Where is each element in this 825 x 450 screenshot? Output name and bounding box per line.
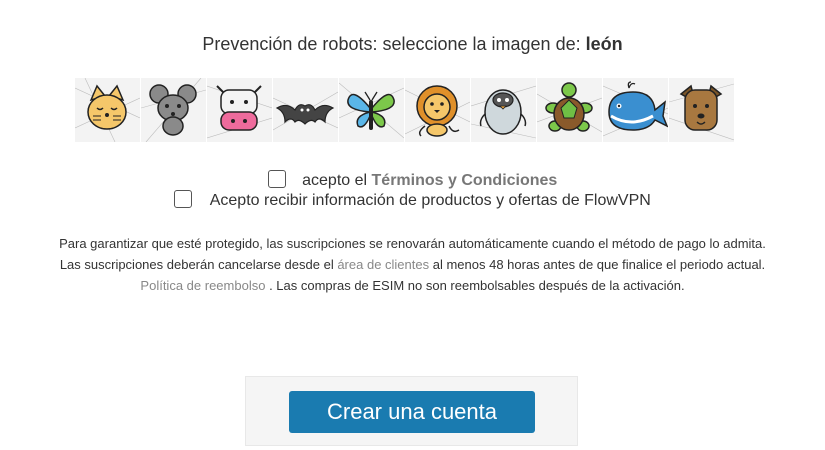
create-account-button[interactable]: Crear una cuenta [289,391,535,433]
marketing-row: Acepto recibir información de productos … [0,190,825,210]
notice-line-2: Las suscripciones deberán cancelarse des… [0,254,825,275]
refund-policy-link[interactable]: Política de reembolso [140,278,265,293]
cow-icon [207,85,272,139]
marketing-checkbox[interactable] [174,190,193,208]
terms-checkbox[interactable] [267,170,286,188]
turtle-icon [537,82,602,133]
captcha-prompt: Prevención de robots: seleccione la imag… [0,34,825,55]
terms-link[interactable]: Términos y Condiciones [372,172,558,189]
notice-line-3-suffix: . Las compras de ESIM no son reembolsabl… [269,278,685,293]
captcha-option-dog[interactable] [669,78,734,142]
subscription-notice: Para garantizar que esté protegido, las … [0,233,825,296]
captcha-option-cow[interactable] [207,78,272,142]
lion-icon [405,85,470,137]
notice-line-2-prefix: Las suscripciones deberán cancelarse des… [59,257,334,272]
whale-icon [603,81,668,137]
mouse-icon [141,78,206,142]
captcha-option-cat[interactable] [75,78,140,142]
penguin-icon [471,85,536,139]
terms-label: acepto el [302,172,368,189]
cat-icon [75,78,140,142]
captcha-option-bat[interactable] [273,78,338,142]
terms-row: acepto el Términos y Condiciones [0,170,825,190]
client-area-link[interactable]: área de clientes [337,257,429,272]
marketing-label: Acepto recibir información de productos … [209,192,651,209]
butterfly-icon [339,82,404,139]
captcha-option-whale[interactable] [603,78,668,142]
captcha-option-penguin[interactable] [471,78,536,142]
captcha-target: león [585,34,623,54]
captcha-option-butterfly[interactable] [339,78,404,142]
bat-icon [273,91,338,131]
captcha-option-turtle[interactable] [537,78,602,142]
captcha-image-row [75,78,734,142]
notice-line-2-suffix: al menos 48 horas antes de que finalice … [432,257,766,272]
submit-panel: Crear una cuenta [245,376,578,446]
notice-line-1: Para garantizar que esté protegido, las … [59,236,766,251]
dog-icon [669,83,734,141]
captcha-prompt-text: Prevención de robots: seleccione la imag… [202,34,581,54]
notice-line-3: Política de reembolso . Las compras de E… [0,275,825,296]
captcha-option-lion[interactable] [405,78,470,142]
captcha-option-mouse[interactable] [141,78,206,142]
